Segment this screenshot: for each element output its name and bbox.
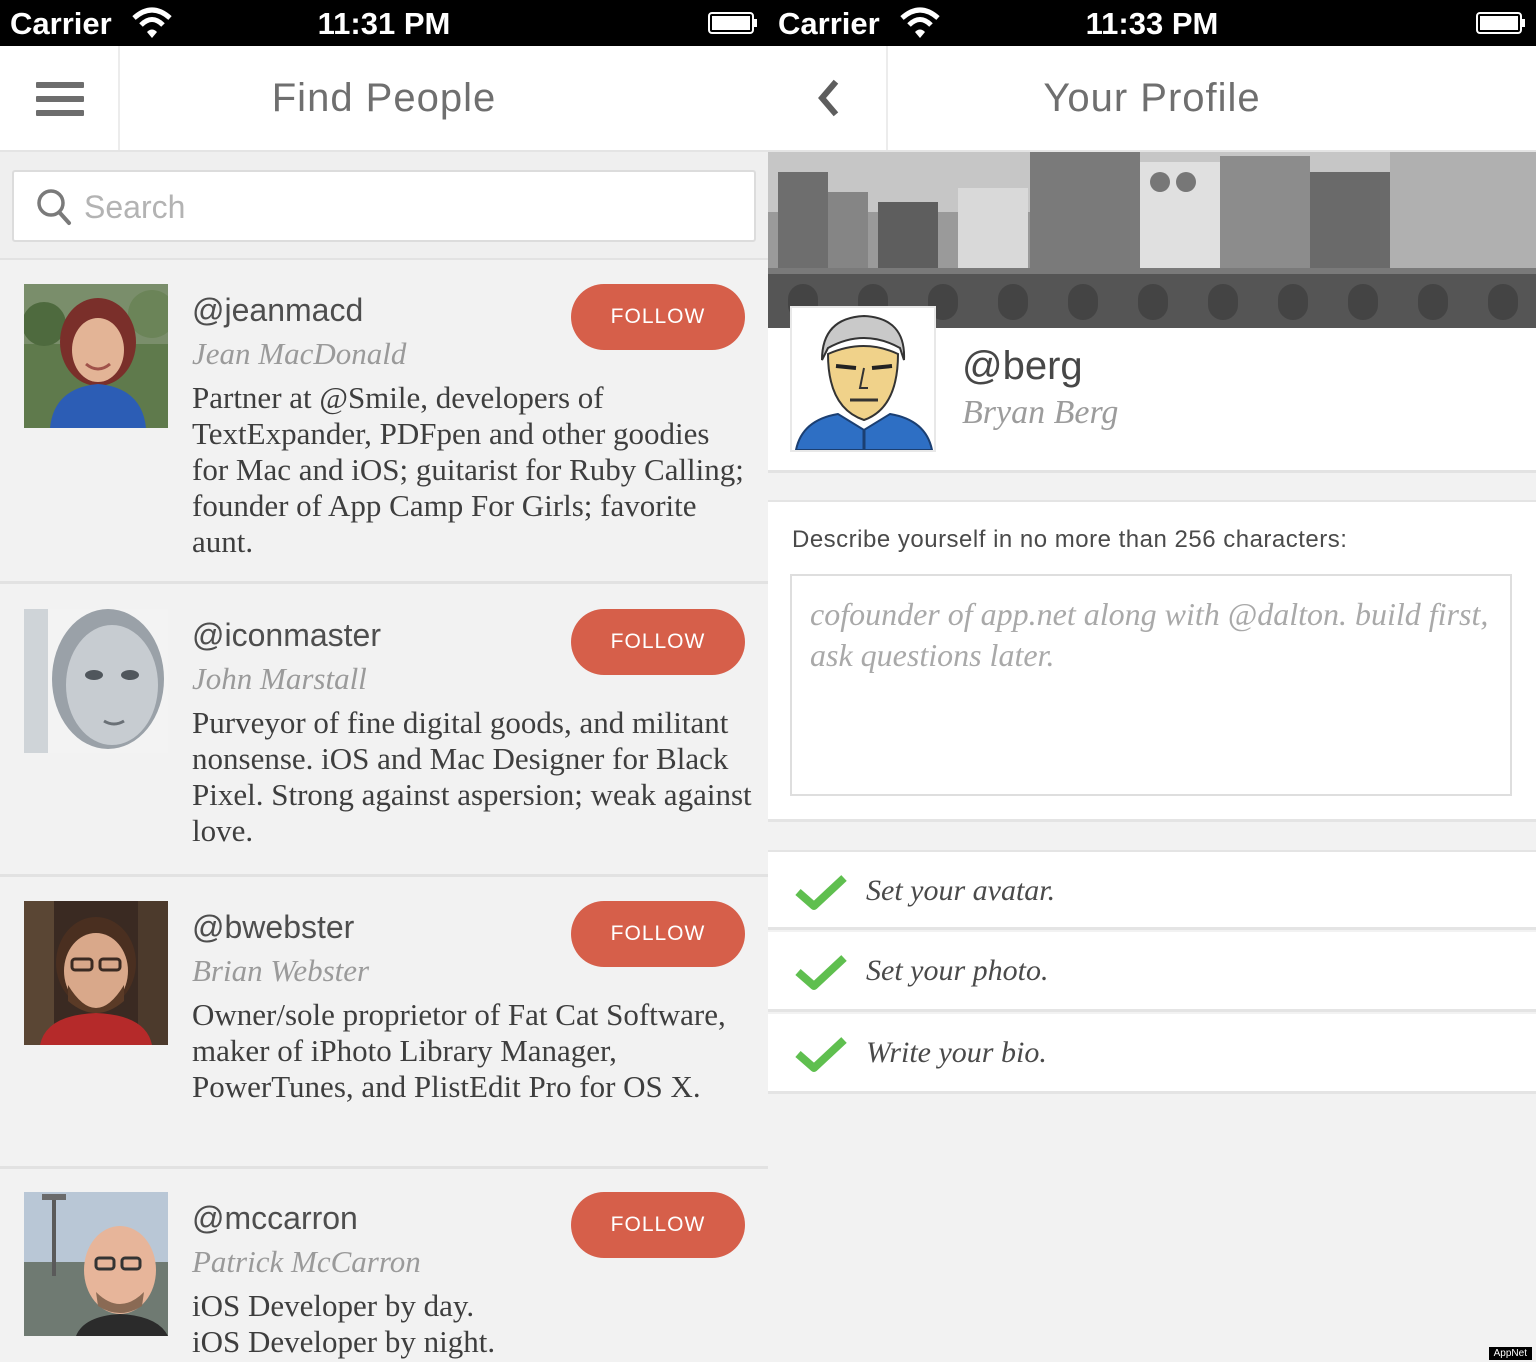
checkmark-icon [795,955,847,990]
user-handle[interactable]: @bwebster [192,909,354,946]
user-list-item[interactable]: @jeanmacd Jean MacDonald Partner at @Smi… [0,262,768,584]
user-bio: Owner/sole proprietor of Fat Cat Softwar… [192,997,726,1104]
battery-icon [708,12,757,34]
search-field[interactable] [12,170,756,242]
user-list-item[interactable]: @mccarron Patrick McCarron iOS Developer… [0,1170,768,1362]
nav-bar: Find People [0,46,768,152]
status-time: 11:31 PM [317,6,451,41]
search-input[interactable] [84,184,724,230]
checkmark-icon [795,1037,847,1072]
battery-icon [1476,12,1525,34]
task-label: Write your bio. [866,1036,1047,1069]
user-bio: iOS Developer by day. iOS Developer by n… [192,1288,752,1360]
watermark: AppNet [1488,1347,1532,1360]
user-list-item[interactable]: @iconmaster John Marstall Purveyor of fi… [0,587,768,877]
follow-button[interactable]: FOLLOW [571,1192,745,1258]
page-title: Find People [271,76,497,120]
user-name: Brian Webster [192,953,370,988]
profile-name: Bryan Berg [962,394,1119,431]
user-bio-line: iOS Developer by day. [192,1288,475,1323]
status-time: 11:33 PM [1085,6,1219,41]
avatar[interactable] [24,609,168,753]
follow-button[interactable]: FOLLOW [571,901,745,967]
task-set-photo[interactable]: Set your photo. [768,932,1536,1012]
profile-avatar[interactable] [790,306,936,452]
your-profile-screen: Carrier 11:33 PM Your Profile @berg Brya… [768,0,1536,1362]
user-name: Jean MacDonald [192,336,407,371]
avatar[interactable] [24,1192,168,1336]
user-name: John Marstall [192,661,367,696]
user-bio-line: iOS Developer by night. [192,1324,496,1359]
cover-photo[interactable] [768,152,1536,328]
task-label: Set your avatar. [866,874,1056,907]
profile-handle: @berg [962,344,1083,388]
bio-label: Describe yourself in no more than 256 ch… [792,526,1348,553]
user-handle[interactable]: @mccarron [192,1200,358,1237]
bio-section: Describe yourself in no more than 256 ch… [768,500,1536,822]
search-icon [37,189,71,225]
task-set-avatar[interactable]: Set your avatar. [768,850,1536,930]
task-write-bio[interactable]: Write your bio. [768,1014,1536,1094]
status-bar: Carrier 11:33 PM [768,0,1536,46]
checkmark-icon [795,875,847,910]
avatar[interactable] [24,901,168,1045]
user-handle[interactable]: @jeanmacd [192,292,363,329]
nav-bar: Your Profile [768,46,1536,152]
follow-button[interactable]: FOLLOW [571,284,745,350]
task-label: Set your photo. [866,954,1049,987]
user-list-item[interactable]: @bwebster Brian Webster Owner/sole propr… [0,879,768,1169]
page-title: Your Profile [1043,76,1261,120]
user-bio: Purveyor of fine digital goods, and mili… [192,705,752,848]
find-people-screen: Carrier 11:31 PM Find People Search @jea… [0,0,768,1362]
search-bar [0,152,768,260]
user-name: Patrick McCarron [192,1244,421,1279]
bio-textarea[interactable]: cofounder of app.net along with @dalton.… [790,574,1512,796]
status-bar: Carrier 11:31 PM [0,0,768,46]
user-bio: Partner at @Smile, developers of TextExp… [192,380,744,559]
avatar[interactable] [24,284,168,428]
user-handle[interactable]: @iconmaster [192,617,381,654]
follow-button[interactable]: FOLLOW [571,609,745,675]
